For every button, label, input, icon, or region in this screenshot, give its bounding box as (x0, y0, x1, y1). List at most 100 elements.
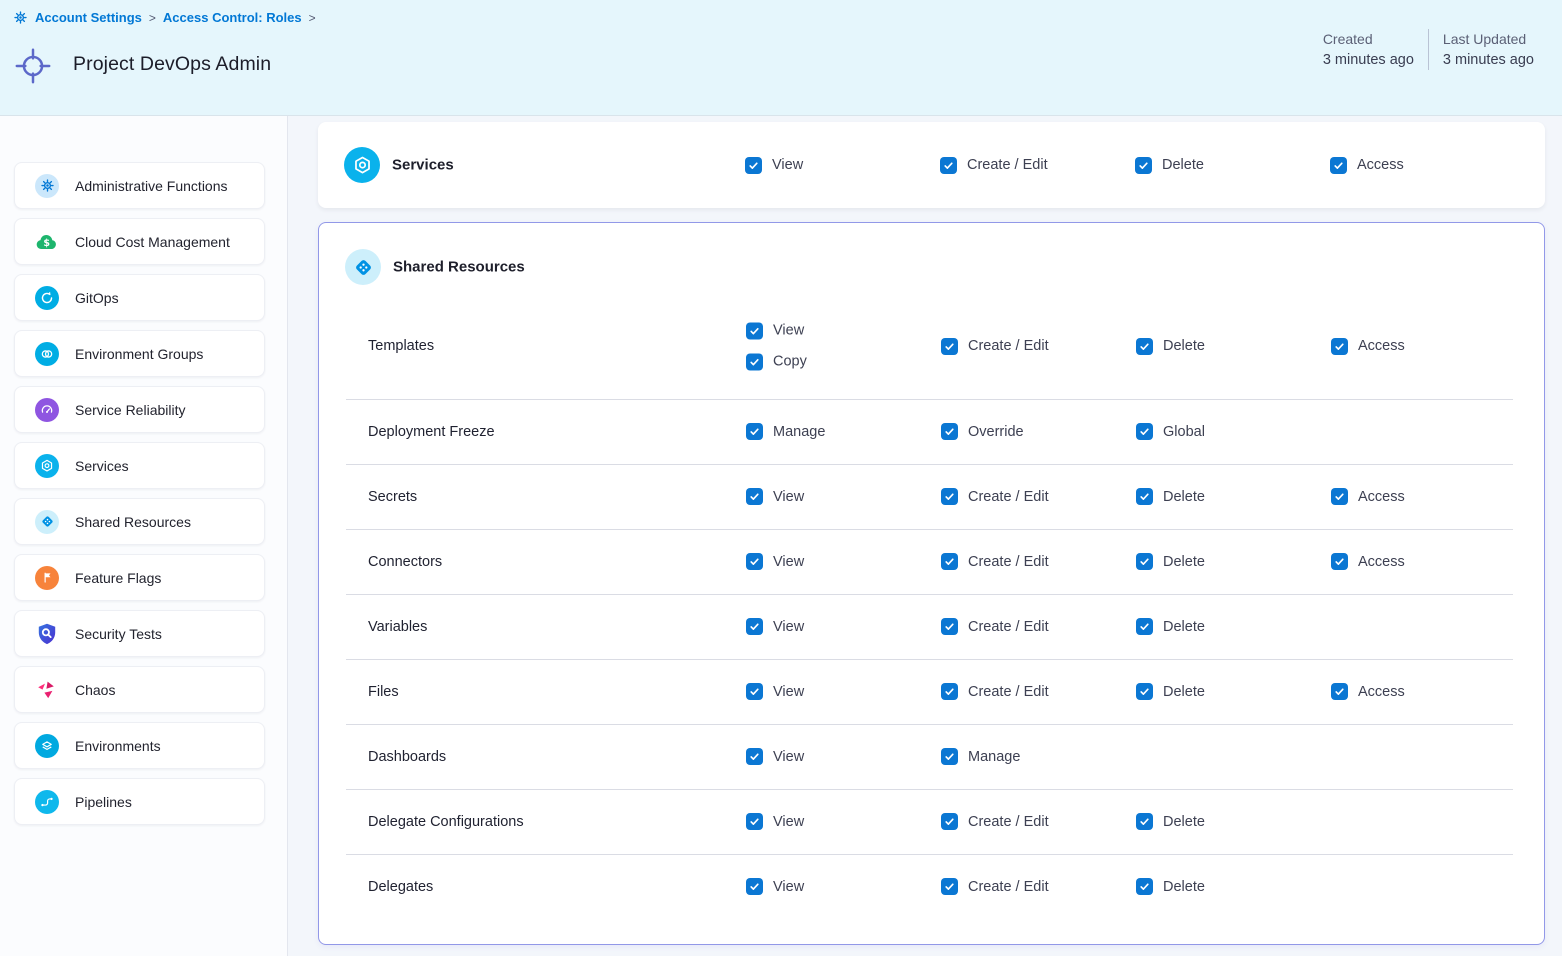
breadcrumb-link-account-settings[interactable]: Account Settings (35, 10, 142, 25)
permission-cell: View (746, 681, 804, 703)
checkbox-access[interactable] (1331, 683, 1348, 700)
checkbox-view[interactable] (745, 157, 762, 174)
permission-row-templates: TemplatesViewCopyCreate / EditDeleteAcce… (319, 293, 1544, 399)
checkbox-view[interactable] (746, 618, 763, 635)
sidebar-item-cloud-cost-management[interactable]: $Cloud Cost Management (14, 218, 265, 265)
permission-cell: Delete (1136, 486, 1205, 508)
permission-cell: Access (1331, 486, 1405, 508)
sidebar-item-environments[interactable]: Environments (14, 722, 265, 769)
checkbox-access[interactable] (1331, 488, 1348, 505)
checkbox-label: Create / Edit (967, 157, 1048, 173)
checkbox-delete[interactable] (1136, 683, 1153, 700)
permission-cell: Override (941, 421, 1024, 443)
permission-cell: View (746, 486, 804, 508)
checkbox-create-edit[interactable] (941, 878, 958, 895)
permission-cell: Delete (1136, 616, 1205, 638)
checkbox-label: Create / Edit (968, 814, 1049, 830)
checkbox-access[interactable] (1331, 553, 1348, 570)
checkbox-label: View (772, 157, 803, 173)
checkbox-access[interactable] (1330, 157, 1347, 174)
sidebar-item-security-tests[interactable]: Security Tests (14, 610, 265, 657)
permission-cell: Manage (941, 746, 1020, 768)
checkbox-label: View (773, 489, 804, 505)
permission-cell: Access (1330, 154, 1404, 176)
checkbox-create-edit[interactable] (941, 683, 958, 700)
admin-functions-icon (35, 174, 59, 198)
checkbox-label: Access (1358, 684, 1405, 700)
permission-cell: Create / Edit (941, 616, 1049, 638)
sidebar-item-administrative-functions[interactable]: Administrative Functions (14, 162, 265, 209)
checkbox-label: Access (1357, 157, 1404, 173)
permission-cell: View (746, 551, 804, 573)
checkbox-view[interactable] (746, 878, 763, 895)
checkbox-access[interactable] (1331, 338, 1348, 355)
checkbox-create-edit[interactable] (940, 157, 957, 174)
checkbox-view[interactable] (746, 322, 763, 339)
checkbox-delete[interactable] (1136, 553, 1153, 570)
sidebar-item-label: Feature Flags (75, 570, 161, 586)
checkbox-delete[interactable] (1136, 338, 1153, 355)
checkbox-create-edit[interactable] (941, 488, 958, 505)
page-title: Project DevOps Admin (73, 53, 271, 76)
checkbox-create-edit[interactable] (941, 813, 958, 830)
resource-categories-sidebar: Administrative Functions $Cloud Cost Mana… (0, 116, 288, 956)
sidebar-item-pipelines[interactable]: Pipelines (14, 778, 265, 825)
permission-cell: Create / Edit (941, 811, 1049, 833)
sidebar-item-gitops[interactable]: GitOps (14, 274, 265, 321)
breadcrumb-separator: > (149, 11, 156, 25)
permission-cell: Delete (1136, 551, 1205, 573)
checkbox-label: Create / Edit (968, 338, 1049, 354)
security-tests-icon (35, 622, 59, 646)
checkbox-create-edit[interactable] (941, 618, 958, 635)
permission-row-secrets: SecretsViewCreate / EditDeleteAccess (319, 464, 1544, 529)
checkbox-delete[interactable] (1135, 157, 1152, 174)
permissions-panel: Services ViewCreate / EditDeleteAccess S… (288, 116, 1562, 956)
sidebar-item-environment-groups[interactable]: Environment Groups (14, 330, 265, 377)
checkbox-label: Create / Edit (968, 489, 1049, 505)
checkbox-delete[interactable] (1136, 878, 1153, 895)
checkbox-view[interactable] (746, 748, 763, 765)
checkbox-view[interactable] (746, 488, 763, 505)
checkbox-delete[interactable] (1136, 618, 1153, 635)
checkbox-label: Create / Edit (968, 684, 1049, 700)
shared-resources-card-header: Shared Resources (319, 223, 1544, 293)
breadcrumb-link-access-control-roles[interactable]: Access Control: Roles (163, 10, 302, 25)
checkbox-copy[interactable] (746, 353, 763, 370)
checkbox-delete[interactable] (1136, 488, 1153, 505)
sidebar-item-service-reliability[interactable]: Service Reliability (14, 386, 265, 433)
checkbox-view[interactable] (746, 683, 763, 700)
checkbox-label: View (773, 323, 804, 339)
checkbox-label: Access (1358, 489, 1405, 505)
sidebar-item-services[interactable]: Services (14, 442, 265, 489)
last-updated-value: 3 minutes ago (1443, 52, 1534, 68)
checkbox-view[interactable] (746, 553, 763, 570)
checkbox-label: Delete (1163, 338, 1205, 354)
shared-resources-card-title: Shared Resources (393, 259, 525, 276)
checkbox-override[interactable] (941, 423, 958, 440)
permission-cell: Create / Edit (941, 486, 1049, 508)
checkbox-create-edit[interactable] (941, 338, 958, 355)
checkbox-manage[interactable] (746, 423, 763, 440)
sidebar-item-label: Service Reliability (75, 402, 185, 418)
sidebar-item-label: Pipelines (75, 794, 132, 810)
pipelines-icon (35, 790, 59, 814)
sidebar-item-shared-resources[interactable]: Shared Resources (14, 498, 265, 545)
permission-cell: ViewCopy (746, 320, 807, 373)
permission-cell: Create / Edit (941, 681, 1049, 703)
permission-cell: Access (1331, 551, 1405, 573)
permission-cell: Delete (1135, 154, 1204, 176)
permission-cell: Create / Edit (940, 154, 1048, 176)
sidebar-item-chaos[interactable]: Chaos (14, 666, 265, 713)
permission-cell: View (746, 876, 804, 898)
permission-cell: Delete (1136, 876, 1205, 898)
permission-cell: Global (1136, 421, 1205, 443)
checkbox-label: Delete (1163, 489, 1205, 505)
checkbox-delete[interactable] (1136, 813, 1153, 830)
checkbox-manage[interactable] (941, 748, 958, 765)
cloud-cost-icon: $ (35, 230, 59, 254)
permission-cell: View (745, 154, 803, 176)
checkbox-global[interactable] (1136, 423, 1153, 440)
checkbox-create-edit[interactable] (941, 553, 958, 570)
sidebar-item-feature-flags[interactable]: Feature Flags (14, 554, 265, 601)
checkbox-view[interactable] (746, 813, 763, 830)
